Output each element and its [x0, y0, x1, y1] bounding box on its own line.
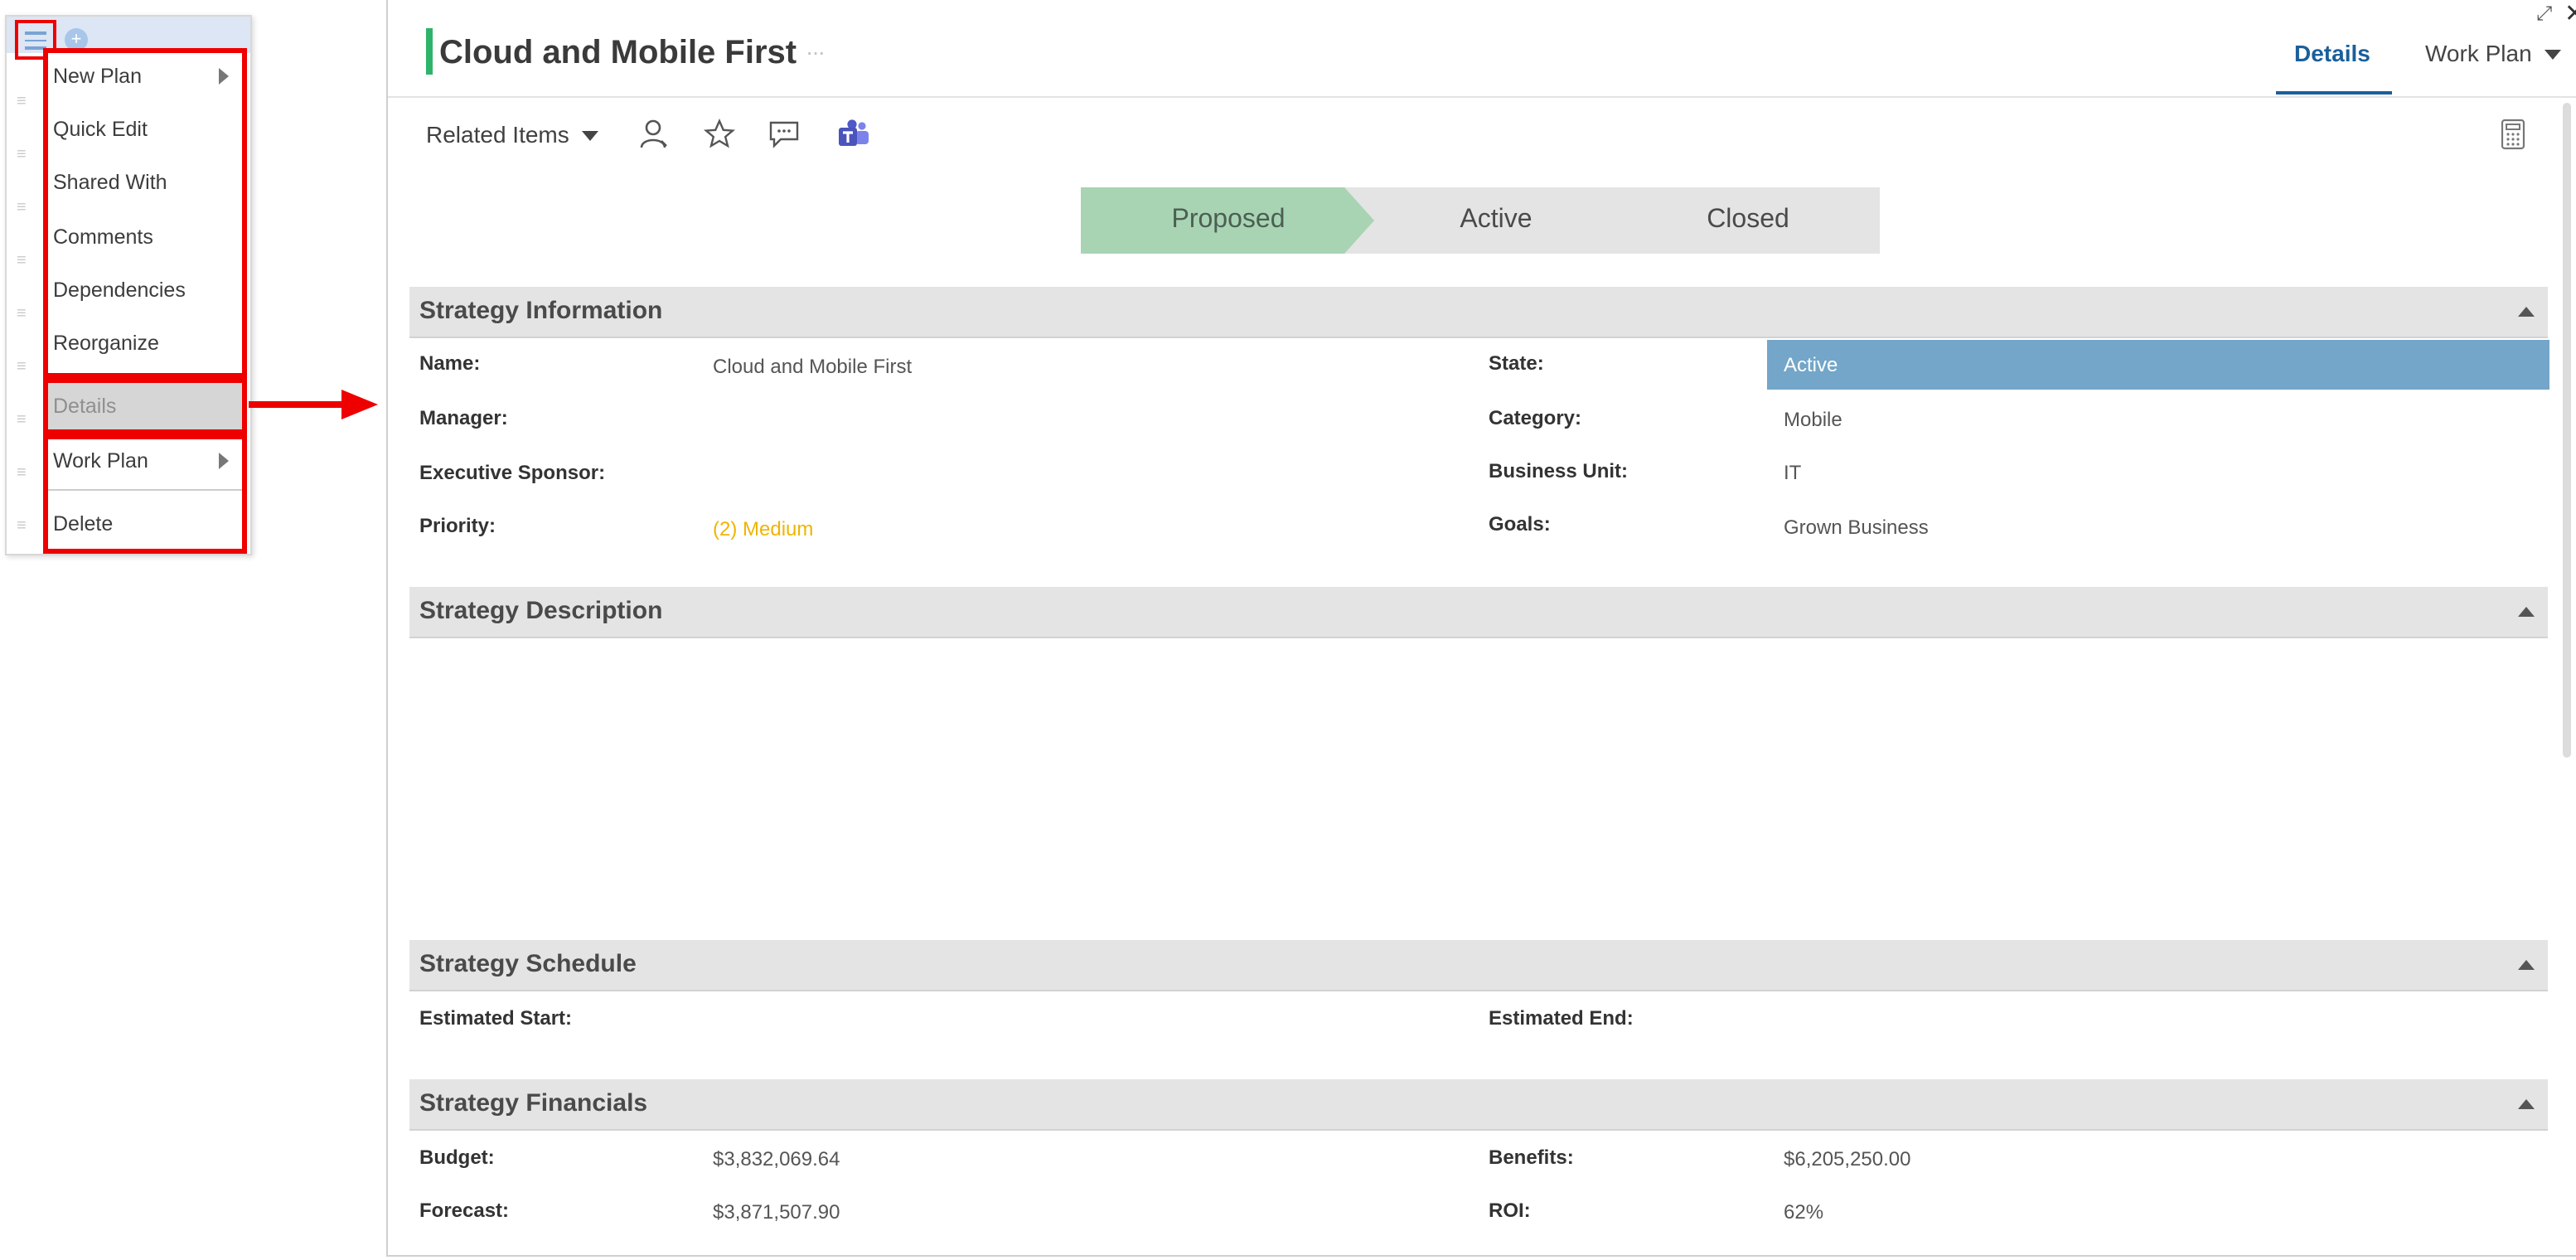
more-options-icon[interactable]: ··· — [806, 38, 826, 65]
description-content[interactable] — [409, 640, 2548, 938]
menu-item-reorganize[interactable]: Reorganize — [48, 320, 242, 366]
menu-item-quick-edit[interactable]: Quick Edit — [48, 106, 242, 153]
state-label: State: — [1489, 351, 1544, 375]
name-value[interactable]: Cloud and Mobile First — [713, 355, 912, 378]
scrollbar-thumb[interactable] — [2563, 103, 2571, 758]
menu-item-delete[interactable]: Delete — [48, 501, 242, 547]
row-drag-icon: ≡ — [17, 517, 27, 536]
stage-proposed[interactable]: Proposed — [1081, 187, 1376, 254]
goals-label: Goals: — [1489, 512, 1551, 536]
submenu-arrow-icon — [219, 453, 229, 469]
stage-active[interactable]: Active — [1344, 187, 1648, 254]
menu-item-label: Reorganize — [53, 332, 159, 355]
category-value[interactable]: Mobile — [1784, 408, 1842, 431]
details-panel: Cloud and Mobile First ··· ⤢ ✕ Details W… — [386, 0, 2576, 1257]
estimated-end-label: Estimated End: — [1489, 1006, 1634, 1030]
menu-item-label: New Plan — [53, 65, 142, 88]
state-field[interactable] — [1767, 340, 2549, 390]
expand-window-icon[interactable]: ⤢ — [2536, 2, 2552, 27]
collapse-icon[interactable] — [2518, 607, 2535, 617]
section-header-description[interactable]: Strategy Description — [409, 587, 2548, 638]
menu-item-label: Work Plan — [53, 449, 148, 472]
business-unit-label: Business Unit: — [1489, 459, 1629, 482]
section-title: Strategy Financials — [419, 1089, 648, 1117]
teams-icon[interactable] — [837, 118, 870, 151]
annotation-arrow — [249, 401, 345, 408]
chevron-down-icon — [2545, 50, 2562, 61]
forecast-label: Forecast: — [419, 1199, 510, 1222]
submenu-arrow-icon — [219, 68, 229, 85]
person-icon[interactable] — [638, 118, 671, 151]
manager-label: Manager: — [419, 406, 508, 429]
roi-label: ROI: — [1489, 1199, 1531, 1222]
roi-value: 62% — [1784, 1200, 1824, 1224]
row-drag-icon: ≡ — [17, 93, 27, 111]
menu-item-new-plan[interactable]: New Plan — [48, 53, 242, 99]
forecast-value: $3,871,507.90 — [713, 1200, 840, 1224]
menu-divider — [48, 489, 242, 491]
annotation-arrow-head — [341, 390, 378, 419]
row-drag-icon: ≡ — [17, 358, 27, 376]
executive-sponsor-label: Executive Sponsor: — [419, 461, 606, 484]
menu-item-label: Dependencies — [53, 279, 186, 302]
section-header-schedule[interactable]: Strategy Schedule — [409, 940, 2548, 991]
row-drag-icon: ≡ — [17, 252, 27, 270]
menu-item-label: Shared With — [53, 171, 167, 194]
menu-item-label: Delete — [53, 512, 114, 536]
page-title: Cloud and Mobile First — [439, 35, 797, 71]
header-divider — [388, 96, 2576, 98]
category-label: Category: — [1489, 406, 1582, 429]
chevron-down-icon — [582, 131, 599, 142]
related-items-label: Related Items — [426, 121, 569, 148]
star-icon[interactable] — [703, 118, 736, 151]
menu-item-label: Details — [53, 395, 117, 418]
benefits-value: $6,205,250.00 — [1784, 1147, 1911, 1170]
collapse-icon[interactable] — [2518, 960, 2535, 970]
name-label: Name: — [419, 351, 481, 375]
menu-item-label: Quick Edit — [53, 118, 148, 141]
close-icon[interactable]: ✕ — [2564, 0, 2576, 28]
title-accent-bar — [426, 28, 433, 75]
row-drag-icon: ≡ — [17, 411, 27, 429]
row-drag-icon: ≡ — [17, 305, 27, 323]
menu-item-comments[interactable]: Comments — [48, 214, 242, 260]
priority-value[interactable]: (2) Medium — [713, 517, 813, 540]
related-items-dropdown[interactable]: Related Items — [426, 116, 599, 153]
section-title: Strategy Information — [419, 297, 663, 325]
priority-label: Priority: — [419, 514, 496, 537]
section-header-financials[interactable]: Strategy Financials — [409, 1079, 2548, 1131]
menu-item-work-plan[interactable]: Work Plan — [48, 438, 242, 484]
comment-icon[interactable] — [767, 118, 801, 151]
state-value: Active — [1784, 353, 1838, 376]
tab-work-plan[interactable]: Work Plan — [2425, 33, 2562, 73]
stage-closed[interactable]: Closed — [1616, 187, 1880, 254]
section-title: Strategy Schedule — [419, 950, 637, 978]
budget-label: Budget: — [419, 1146, 495, 1169]
tab-label: Work Plan — [2425, 40, 2532, 66]
estimated-start-label: Estimated Start: — [419, 1006, 573, 1030]
collapse-icon[interactable] — [2518, 307, 2535, 317]
row-drag-icon: ≡ — [17, 146, 27, 164]
business-unit-value[interactable]: IT — [1784, 461, 1801, 484]
benefits-label: Benefits: — [1489, 1146, 1574, 1169]
budget-value: $3,832,069.64 — [713, 1147, 840, 1170]
calculator-icon[interactable] — [2500, 118, 2526, 151]
menu-item-shared-with[interactable]: Shared With — [48, 159, 242, 206]
row-drag-icon: ≡ — [17, 199, 27, 217]
row-drag-icon: ≡ — [17, 464, 27, 482]
tab-details[interactable]: Details — [2294, 33, 2370, 73]
menu-item-details[interactable]: Details — [48, 383, 242, 429]
menu-item-label: Comments — [53, 225, 153, 249]
section-header-information[interactable]: Strategy Information — [409, 287, 2548, 338]
goals-value[interactable]: Grown Business — [1784, 516, 1929, 539]
section-title: Strategy Description — [419, 597, 663, 625]
menu-item-dependencies[interactable]: Dependencies — [48, 267, 242, 313]
collapse-icon[interactable] — [2518, 1099, 2535, 1109]
active-tab-indicator — [2276, 91, 2392, 94]
